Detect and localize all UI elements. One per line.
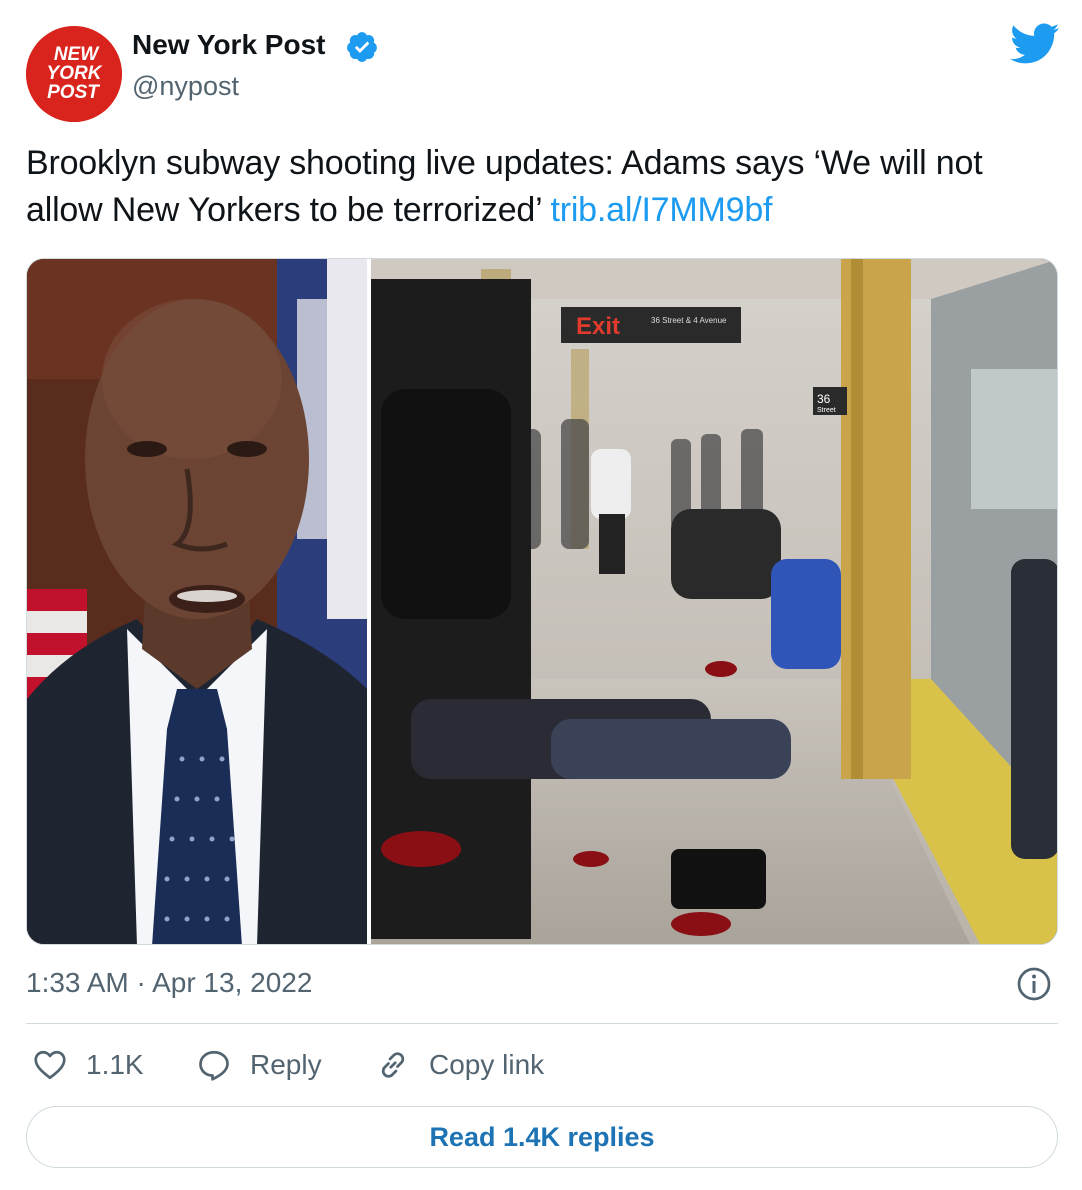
logo-line-2: YORK bbox=[47, 63, 103, 84]
like-button[interactable]: 1.1K bbox=[32, 1043, 144, 1087]
heart-icon bbox=[34, 1050, 66, 1080]
tweet-card: NEW YORK POST New York Post @nypost Broo… bbox=[0, 0, 1082, 1190]
divider-line bbox=[26, 1023, 1058, 1024]
tweet-timestamp[interactable]: 1:33 AM · Apr 13, 2022 bbox=[26, 964, 312, 1002]
exit-sign-subtext: 36 Street & 4 Avenue bbox=[651, 316, 727, 325]
twitter-bird-icon[interactable] bbox=[1010, 22, 1060, 66]
avatar[interactable]: NEW YORK POST bbox=[26, 26, 122, 122]
photo-portrait[interactable] bbox=[27, 259, 367, 945]
station-sign-right-number: 36 bbox=[817, 392, 831, 406]
tweet-body: Brooklyn subway shooting live updates: A… bbox=[26, 144, 983, 229]
reply-label: Reply bbox=[250, 1049, 322, 1080]
verified-badge-icon bbox=[347, 32, 377, 62]
logo-line-1: NEW bbox=[54, 44, 100, 65]
author-handle[interactable]: @nypost bbox=[132, 68, 239, 104]
reply-bubble-icon bbox=[199, 1050, 229, 1081]
copy-link-label: Copy link bbox=[429, 1049, 545, 1080]
link-icon bbox=[381, 1052, 405, 1078]
like-count: 1.1K bbox=[86, 1049, 144, 1080]
logo-line-3: POST bbox=[47, 82, 100, 103]
new-york-post-logo: NEW YORK POST bbox=[26, 26, 122, 122]
author-display-name[interactable]: New York Post bbox=[132, 26, 325, 64]
info-icon[interactable] bbox=[1016, 966, 1052, 1002]
tweet-text: Brooklyn subway shooting live updates: A… bbox=[26, 140, 1056, 234]
exit-sign-text: Exit bbox=[576, 313, 620, 340]
station-sign-right-word: Street bbox=[817, 407, 836, 414]
copy-link-button[interactable]: Copy link bbox=[375, 1043, 544, 1087]
reply-button[interactable]: Reply bbox=[196, 1043, 322, 1087]
photo-subway-scene[interactable]: Exit 36 Street & 4 Avenue 36 36 Street bbox=[371, 259, 1058, 945]
tweet-link[interactable]: trib.al/I7MM9bf bbox=[550, 191, 772, 229]
read-replies-button[interactable]: Read 1.4K replies bbox=[26, 1106, 1058, 1168]
tweet-media[interactable]: Exit 36 Street & 4 Avenue 36 36 Street bbox=[26, 258, 1058, 945]
